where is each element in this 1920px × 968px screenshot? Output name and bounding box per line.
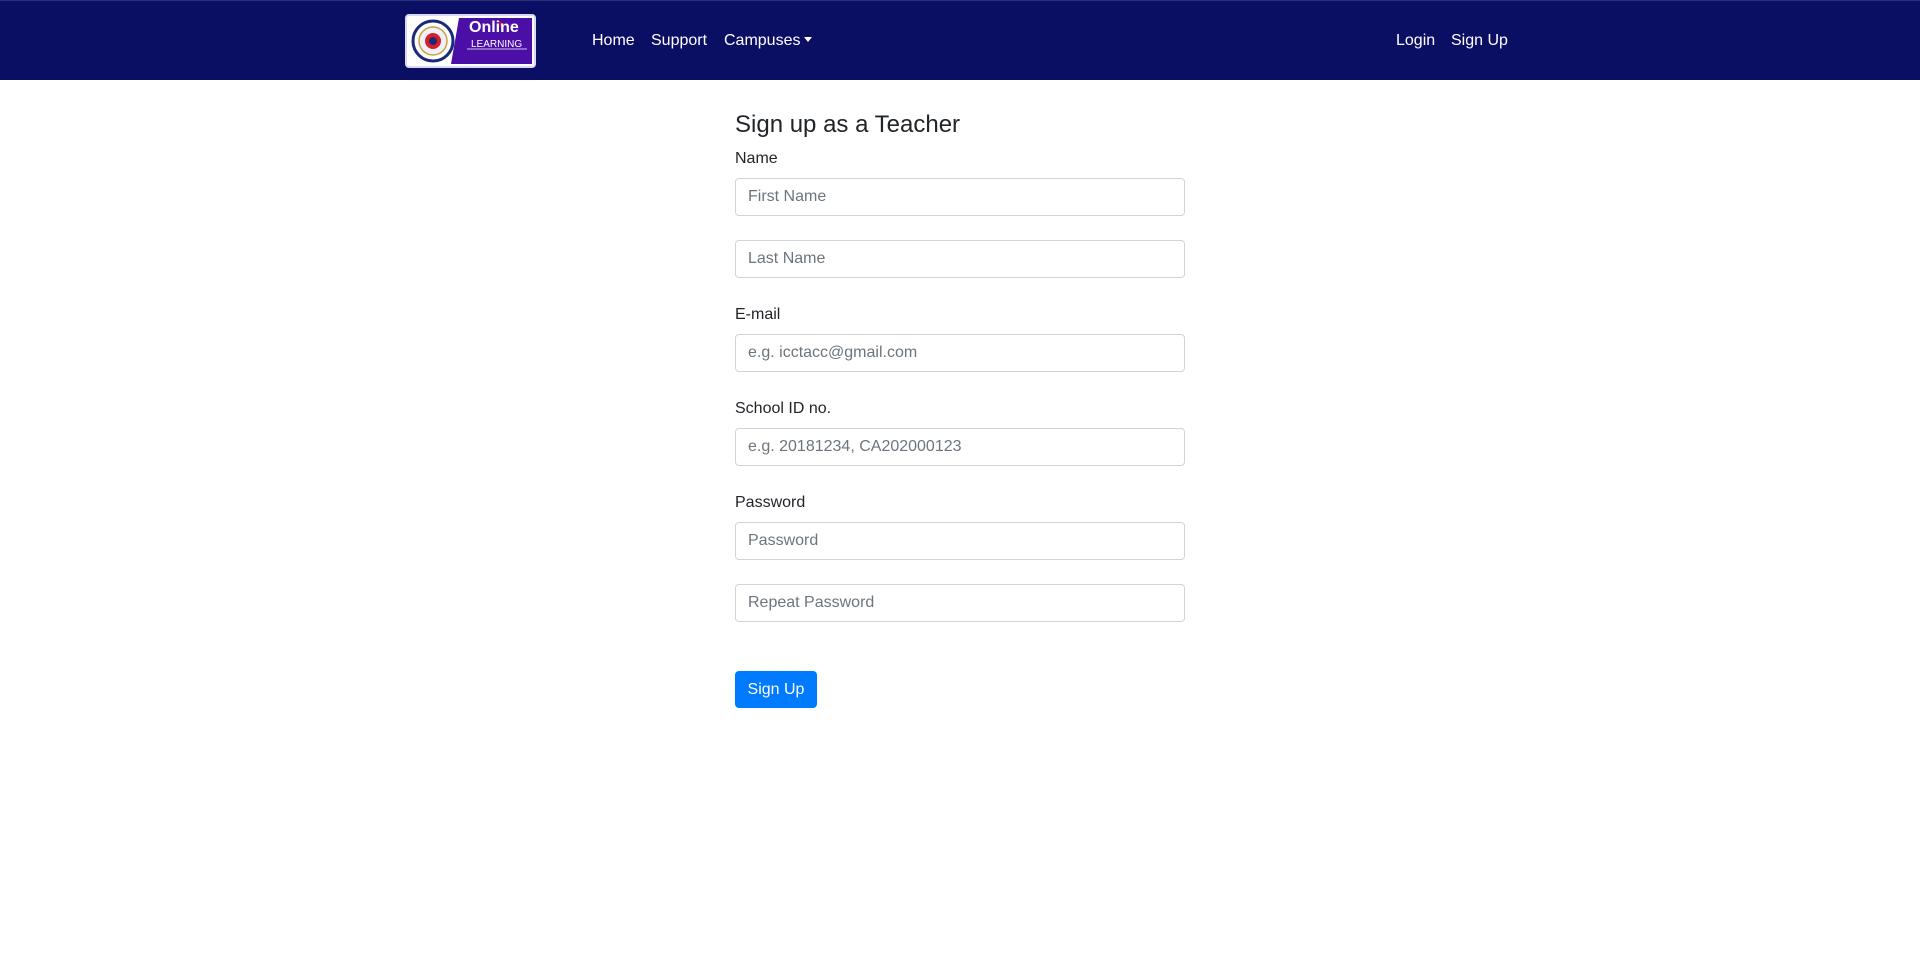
page-title: Sign up as a Teacher	[735, 111, 961, 138]
sign-up-button[interactable]: Sign Up	[735, 671, 817, 708]
email-input[interactable]	[735, 334, 1185, 372]
logo-text-learning: LEARNING	[471, 39, 523, 50]
logo-text-online: Online	[469, 19, 519, 36]
brand-logo-link[interactable]: Online LEARNING	[405, 14, 536, 68]
name-label: Name	[735, 150, 778, 167]
email-label: E-mail	[735, 306, 781, 323]
nav-campuses-label: Campuses	[724, 32, 801, 49]
nav-login-link[interactable]: Login	[1396, 31, 1435, 51]
nav-support-link[interactable]: Support	[651, 31, 707, 51]
last-name-input[interactable]	[735, 240, 1185, 278]
nav-signup-link[interactable]: Sign Up	[1451, 31, 1508, 51]
school-id-input[interactable]	[735, 428, 1185, 466]
nav-campuses-dropdown[interactable]: Campuses	[724, 31, 813, 51]
password-label: Password	[735, 494, 806, 511]
caret-down-icon	[804, 37, 813, 42]
first-name-input[interactable]	[735, 178, 1185, 216]
nav-home-link[interactable]: Home	[592, 31, 635, 51]
repeat-password-input[interactable]	[735, 584, 1185, 622]
top-navbar: Online LEARNING Home Support Campuses Lo…	[0, 0, 1920, 80]
password-input[interactable]	[735, 522, 1185, 560]
school-id-label: School ID no.	[735, 400, 832, 417]
